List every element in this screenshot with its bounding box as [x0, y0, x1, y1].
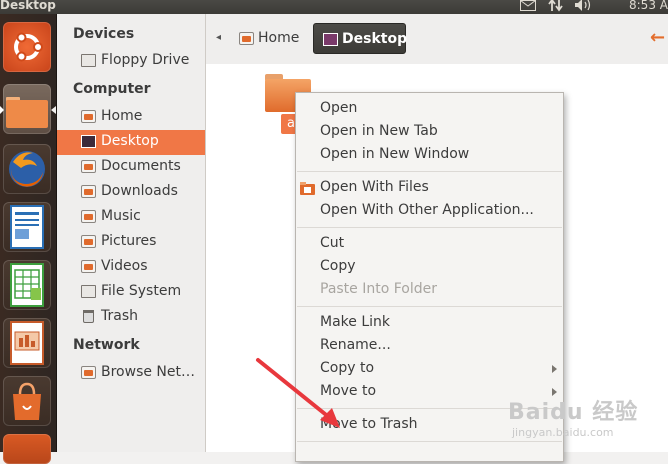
- desktop-icon: [323, 33, 338, 46]
- sidebar-item-trash[interactable]: Trash: [57, 305, 205, 330]
- folder-icon: [81, 160, 96, 173]
- clock[interactable]: 8:53 A: [629, 0, 668, 12]
- sidebar-item-label: Videos: [101, 258, 148, 274]
- calc-icon: [10, 263, 44, 307]
- watermark-logo: Baidu 经验: [508, 400, 639, 425]
- places-sidebar: Devices Floppy Drive Computer Home Deskt…: [57, 14, 206, 452]
- breadcrumb-label: Desktop: [342, 31, 408, 47]
- sidebar-item-documents[interactable]: Documents: [57, 155, 205, 180]
- sidebar-item-label: Pictures: [101, 233, 157, 249]
- sidebar-item-label: Browse Net…: [101, 364, 196, 380]
- breadcrumb-label: Home: [258, 30, 300, 46]
- menu-item-open-with-other-application[interactable]: Open With Other Application...: [296, 201, 563, 223]
- sidebar-item-pictures[interactable]: Pictures: [57, 230, 205, 255]
- folder-icon: [6, 97, 48, 128]
- sidebar-item-label: Documents: [101, 158, 181, 174]
- network-icon[interactable]: [548, 0, 564, 12]
- menu-item-cut[interactable]: Cut: [296, 234, 563, 256]
- submenu-arrow-icon: [552, 365, 557, 373]
- launcher: [0, 14, 57, 464]
- sidebar-item-music[interactable]: Music: [57, 205, 205, 230]
- section-network: Network: [73, 337, 140, 353]
- back-arrow-icon[interactable]: ←: [650, 27, 665, 48]
- shopping-bag-icon: [13, 382, 41, 420]
- writer-launcher-button[interactable]: [3, 202, 51, 252]
- impress-icon: [10, 321, 44, 365]
- sidebar-item-label: Music: [101, 208, 141, 224]
- files-launcher-button[interactable]: [3, 84, 51, 134]
- firefox-launcher-button[interactable]: [3, 144, 51, 194]
- folder-icon: [81, 210, 96, 223]
- menu-item-open-in-new-tab[interactable]: Open in New Tab: [296, 122, 563, 144]
- top-panel: Desktop 8:53 A: [0, 0, 668, 14]
- menu-item-open-with-files[interactable]: Open With Files: [296, 178, 563, 200]
- menu-item-copy[interactable]: Copy: [296, 257, 563, 279]
- sidebar-item-floppy-drive[interactable]: Floppy Drive: [57, 49, 205, 74]
- sidebar-item-browse-network[interactable]: Browse Net…: [57, 361, 205, 386]
- menu-item-open[interactable]: Open: [296, 99, 563, 121]
- menu-item-open-in-new-window[interactable]: Open in New Window: [296, 145, 563, 167]
- menu-item-make-link[interactable]: Make Link: [296, 313, 563, 335]
- sidebar-item-label: File System: [101, 283, 182, 299]
- drive-icon: [81, 285, 96, 298]
- floppy-icon: [81, 54, 96, 67]
- window-title: Desktop: [0, 0, 56, 12]
- folder-icon: [81, 260, 96, 273]
- folder-icon: [81, 235, 96, 248]
- sidebar-item-desktop[interactable]: Desktop: [57, 130, 205, 155]
- sidebar-item-file-system[interactable]: File System: [57, 280, 205, 305]
- volume-icon[interactable]: [574, 0, 594, 12]
- impress-launcher-button[interactable]: [3, 318, 51, 368]
- toolbar: ◂ Home Desktop ←: [206, 14, 668, 64]
- mail-icon[interactable]: [520, 0, 536, 11]
- sidebar-item-label: Trash: [101, 308, 138, 324]
- section-devices: Devices: [73, 26, 135, 42]
- folder-icon: [81, 185, 96, 198]
- trash-icon: [83, 310, 94, 323]
- menu-item-paste-into-folder: Paste Into Folder: [320, 281, 438, 297]
- software-center-launcher-button[interactable]: [3, 376, 51, 426]
- sidebar-item-label: Home: [101, 108, 143, 124]
- ubuntu-logo-icon: [14, 32, 43, 62]
- dash-home-button[interactable]: [3, 22, 51, 72]
- writer-icon: [10, 205, 44, 249]
- home-folder-icon: [81, 110, 96, 123]
- sidebar-item-videos[interactable]: Videos: [57, 255, 205, 280]
- sidebar-item-label: Downloads: [101, 183, 178, 199]
- network-folder-icon: [81, 366, 96, 379]
- watermark: Baidu 经验 jingyan.baidu.com: [508, 392, 668, 452]
- firefox-icon: [9, 151, 45, 187]
- sidebar-item-downloads[interactable]: Downloads: [57, 180, 205, 205]
- sidebar-item-label: Floppy Drive: [101, 52, 190, 68]
- watermark-url: jingyan.baidu.com: [512, 426, 614, 439]
- menu-item-rename[interactable]: Rename...: [296, 336, 563, 358]
- section-computer: Computer: [73, 81, 151, 97]
- desktop-icon: [81, 135, 96, 148]
- focused-indicator: [51, 106, 56, 114]
- files-app-icon: [300, 182, 315, 195]
- sidebar-item-home[interactable]: Home: [57, 105, 205, 130]
- breadcrumb-desktop[interactable]: Desktop: [313, 23, 408, 54]
- breadcrumb-home[interactable]: Home: [230, 23, 307, 54]
- menu-separator: [297, 171, 562, 172]
- active-indicator: [0, 106, 4, 114]
- annotation-arrow-icon: [256, 358, 340, 428]
- sidebar-item-label: Desktop: [101, 133, 159, 149]
- calc-launcher-button[interactable]: [3, 260, 51, 310]
- more-launcher-button[interactable]: [3, 434, 51, 464]
- menu-separator: [297, 306, 562, 307]
- menu-separator: [297, 227, 562, 228]
- home-folder-icon: [239, 32, 254, 45]
- breadcrumb-scroll-left-icon[interactable]: ◂: [216, 32, 221, 43]
